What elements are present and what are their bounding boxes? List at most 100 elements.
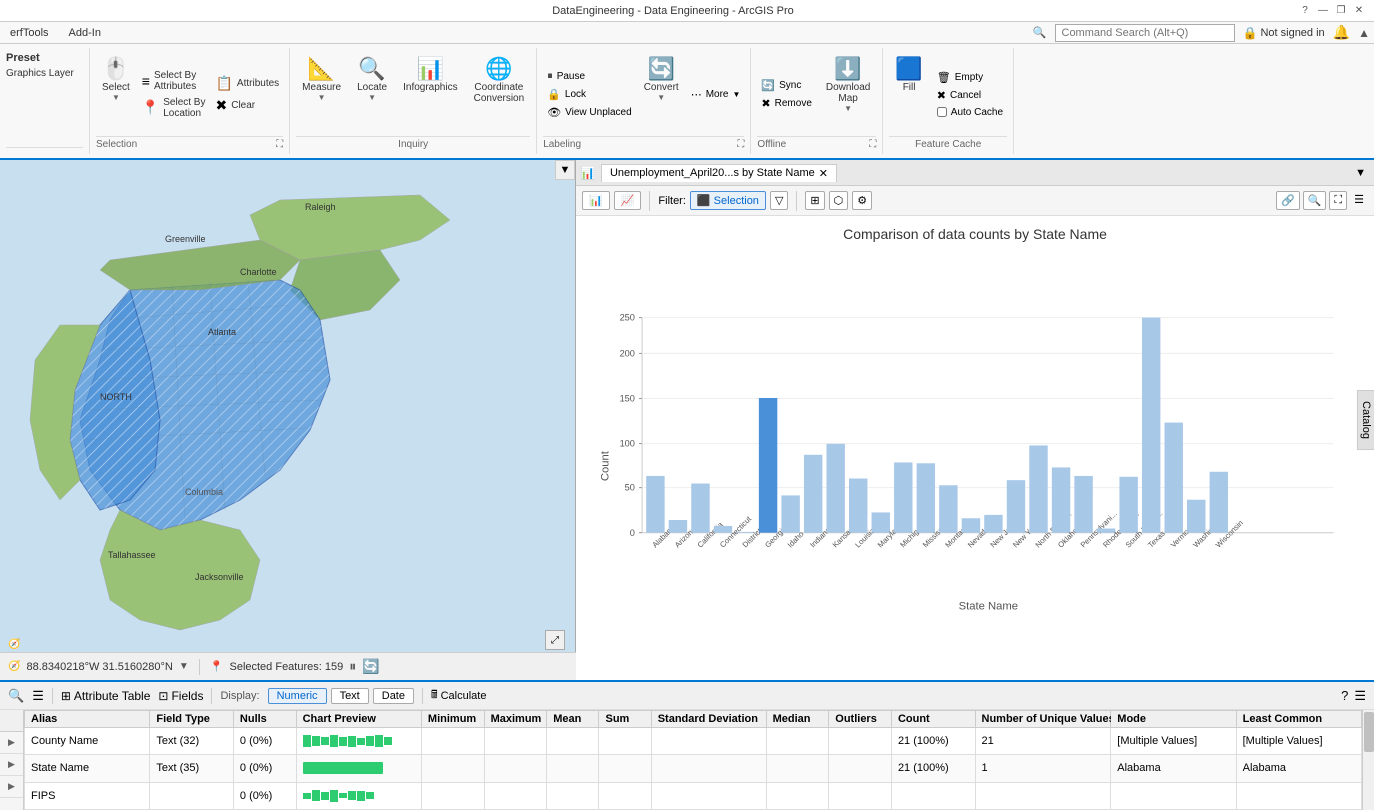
bar-mississippi[interactable] (917, 463, 935, 532)
select-by-attributes-button[interactable]: ≡ Select ByAttributes (138, 68, 210, 94)
bar-northdakota[interactable] (1029, 445, 1047, 532)
fill-button[interactable]: 🟦 Fill (889, 52, 928, 136)
col-alias[interactable]: Alias (25, 711, 150, 728)
col-unique-values[interactable]: Number of Unique Values (975, 711, 1111, 728)
bar-georgia[interactable] (759, 398, 777, 533)
locate-button[interactable]: 🔍 Locate ▼ (351, 52, 393, 136)
more-button[interactable]: ⋯ More ▼ (687, 86, 745, 103)
lock-button[interactable]: 🔒 Lock (543, 86, 636, 103)
attr-search-btn[interactable]: 🔍 (8, 688, 24, 704)
row-selector-2[interactable]: ▶ (0, 754, 23, 776)
measure-button[interactable]: 📐 Measure ▼ (296, 52, 347, 136)
numeric-tab[interactable]: Numeric (268, 688, 327, 704)
chart-table-btn[interactable]: ⊞ (805, 191, 824, 210)
clear-button[interactable]: ✖ Clear (211, 95, 283, 116)
calculate-btn[interactable]: 🖩 Calculate (431, 686, 486, 705)
col-field-type[interactable]: Field Type (150, 711, 234, 728)
help-btn[interactable]: ? (1298, 4, 1312, 18)
download-map-button[interactable]: ⬇️ DownloadMap ▼ (820, 52, 876, 136)
text-tab[interactable]: Text (331, 688, 369, 704)
select-button[interactable]: 🖱️ Select ▼ (96, 52, 136, 136)
menu-erfttools[interactable]: erfTools (6, 25, 53, 41)
empty-button[interactable]: 🗑 Empty (933, 69, 1007, 86)
chevron-up-icon[interactable]: ▲ (1358, 26, 1370, 40)
bar-maryland[interactable] (872, 512, 890, 532)
catalog-tab[interactable]: Catalog (1357, 390, 1374, 450)
table-scrollbar[interactable] (1362, 710, 1374, 810)
bar-alabama[interactable] (646, 476, 664, 533)
bar-washington[interactable] (1187, 500, 1205, 533)
chart-type-line-btn[interactable]: 📈 (614, 191, 642, 210)
bar-newyork[interactable] (1007, 480, 1025, 533)
pause-button[interactable]: ⏸ Pause (543, 68, 636, 85)
restore-btn[interactable]: ❐ (1334, 4, 1348, 18)
col-count[interactable]: Count (891, 711, 975, 728)
chart-export-btn[interactable]: ⬡ (829, 191, 849, 210)
chart-fullscreen-btn[interactable]: ⛶ (1329, 191, 1347, 210)
minimize-btn[interactable]: — (1316, 4, 1330, 18)
col-chart-preview[interactable]: Chart Preview (296, 711, 421, 728)
chart-tab-close-icon[interactable]: ✕ (819, 167, 828, 180)
attr-list-btn[interactable]: ☰ (32, 688, 44, 704)
fields-btn[interactable]: ⊡ Fields (158, 689, 203, 703)
coordinate-dropdown-btn[interactable]: ▼ (179, 661, 189, 672)
attributes-button[interactable]: 📋 Attributes (211, 73, 283, 94)
bar-oklahoma[interactable] (1052, 467, 1070, 532)
view-unplaced-button[interactable]: 👁 View Unplaced (543, 104, 636, 121)
bar-idaho[interactable] (781, 495, 799, 532)
map-dropdown-btn[interactable]: ▼ (555, 160, 575, 180)
bar-wisconsin[interactable] (1210, 472, 1228, 533)
refresh-btn[interactable]: 🔄 (362, 658, 379, 675)
bar-newjersey[interactable] (984, 515, 1002, 533)
col-std-dev[interactable]: Standard Deviation (651, 711, 766, 728)
chart-filter-icon-btn[interactable]: ▽ (770, 191, 788, 210)
col-nulls[interactable]: Nulls (233, 711, 296, 728)
bar-indiana[interactable] (804, 455, 822, 533)
date-tab[interactable]: Date (373, 688, 414, 704)
nav-mode-icon[interactable]: 🧭 (8, 661, 20, 672)
convert-button[interactable]: 🔄 Convert ▼ (638, 52, 685, 136)
sync-button[interactable]: 🔄 Sync (757, 77, 815, 94)
remove-button[interactable]: ✖ Remove (757, 95, 815, 112)
chart-zoom-btn[interactable]: 🔍 (1303, 191, 1327, 210)
pause-sync-btn[interactable]: ⏸ (349, 658, 356, 675)
notification-bell-icon[interactable]: 🔔 (1333, 24, 1350, 41)
col-maximum[interactable]: Maximum (484, 711, 547, 728)
col-median[interactable]: Median (766, 711, 829, 728)
infographics-button[interactable]: 📊 Infographics (397, 52, 463, 136)
chart-tab[interactable]: Unemployment_April20...s by State Name ✕ (601, 164, 837, 182)
cancel-button[interactable]: ✖ Cancel (933, 87, 1007, 104)
col-outliers[interactable]: Outliers (829, 711, 892, 728)
chart-settings-btn[interactable]: ⚙ (852, 191, 872, 210)
bar-pennsylvania[interactable] (1074, 476, 1092, 533)
row-selector-1[interactable]: ▶ (0, 732, 23, 754)
selection-filter-btn[interactable]: ⬛ Selection (690, 191, 766, 210)
close-btn[interactable]: ✕ (1352, 4, 1366, 18)
auto-cache-checkbox[interactable] (937, 107, 947, 117)
bar-louisiana[interactable] (849, 479, 867, 533)
chart-type-bar-btn[interactable]: 📊 (582, 191, 610, 210)
col-least-common[interactable]: Least Common (1236, 711, 1361, 728)
col-sum[interactable]: Sum (599, 711, 651, 728)
bar-california[interactable] (691, 484, 709, 533)
chart-zoom-link-btn[interactable]: 🔗 (1276, 191, 1300, 210)
chart-menu-btn[interactable]: ☰ (1350, 191, 1368, 210)
menu-addin[interactable]: Add-In (65, 25, 105, 41)
command-search-input[interactable] (1055, 24, 1235, 42)
attribute-table-btn[interactable]: ⊞ Attribute Table (61, 689, 151, 703)
attr-help-btn[interactable]: ? (1341, 688, 1348, 703)
bar-montana[interactable] (939, 485, 957, 532)
row-selector-3[interactable]: ▶ (0, 776, 23, 798)
coordinate-conversion-button[interactable]: 🌐 CoordinateConversion (468, 52, 531, 136)
attr-menu-btn[interactable]: ☰ (1354, 688, 1366, 704)
auto-cache-button[interactable]: Auto Cache (933, 105, 1007, 120)
select-by-location-button[interactable]: 📍 Select ByLocation (138, 95, 210, 121)
bar-michigan[interactable] (894, 462, 912, 532)
bar-kansas[interactable] (826, 444, 844, 533)
bar-texas[interactable] (1142, 318, 1160, 533)
bar-vermont[interactable] (1165, 423, 1183, 533)
chart-bar-icon[interactable]: 📊 (580, 166, 595, 180)
chart-dropdown-btn[interactable]: ▼ (1351, 165, 1370, 181)
col-mode[interactable]: Mode (1111, 711, 1236, 728)
col-mean[interactable]: Mean (547, 711, 599, 728)
